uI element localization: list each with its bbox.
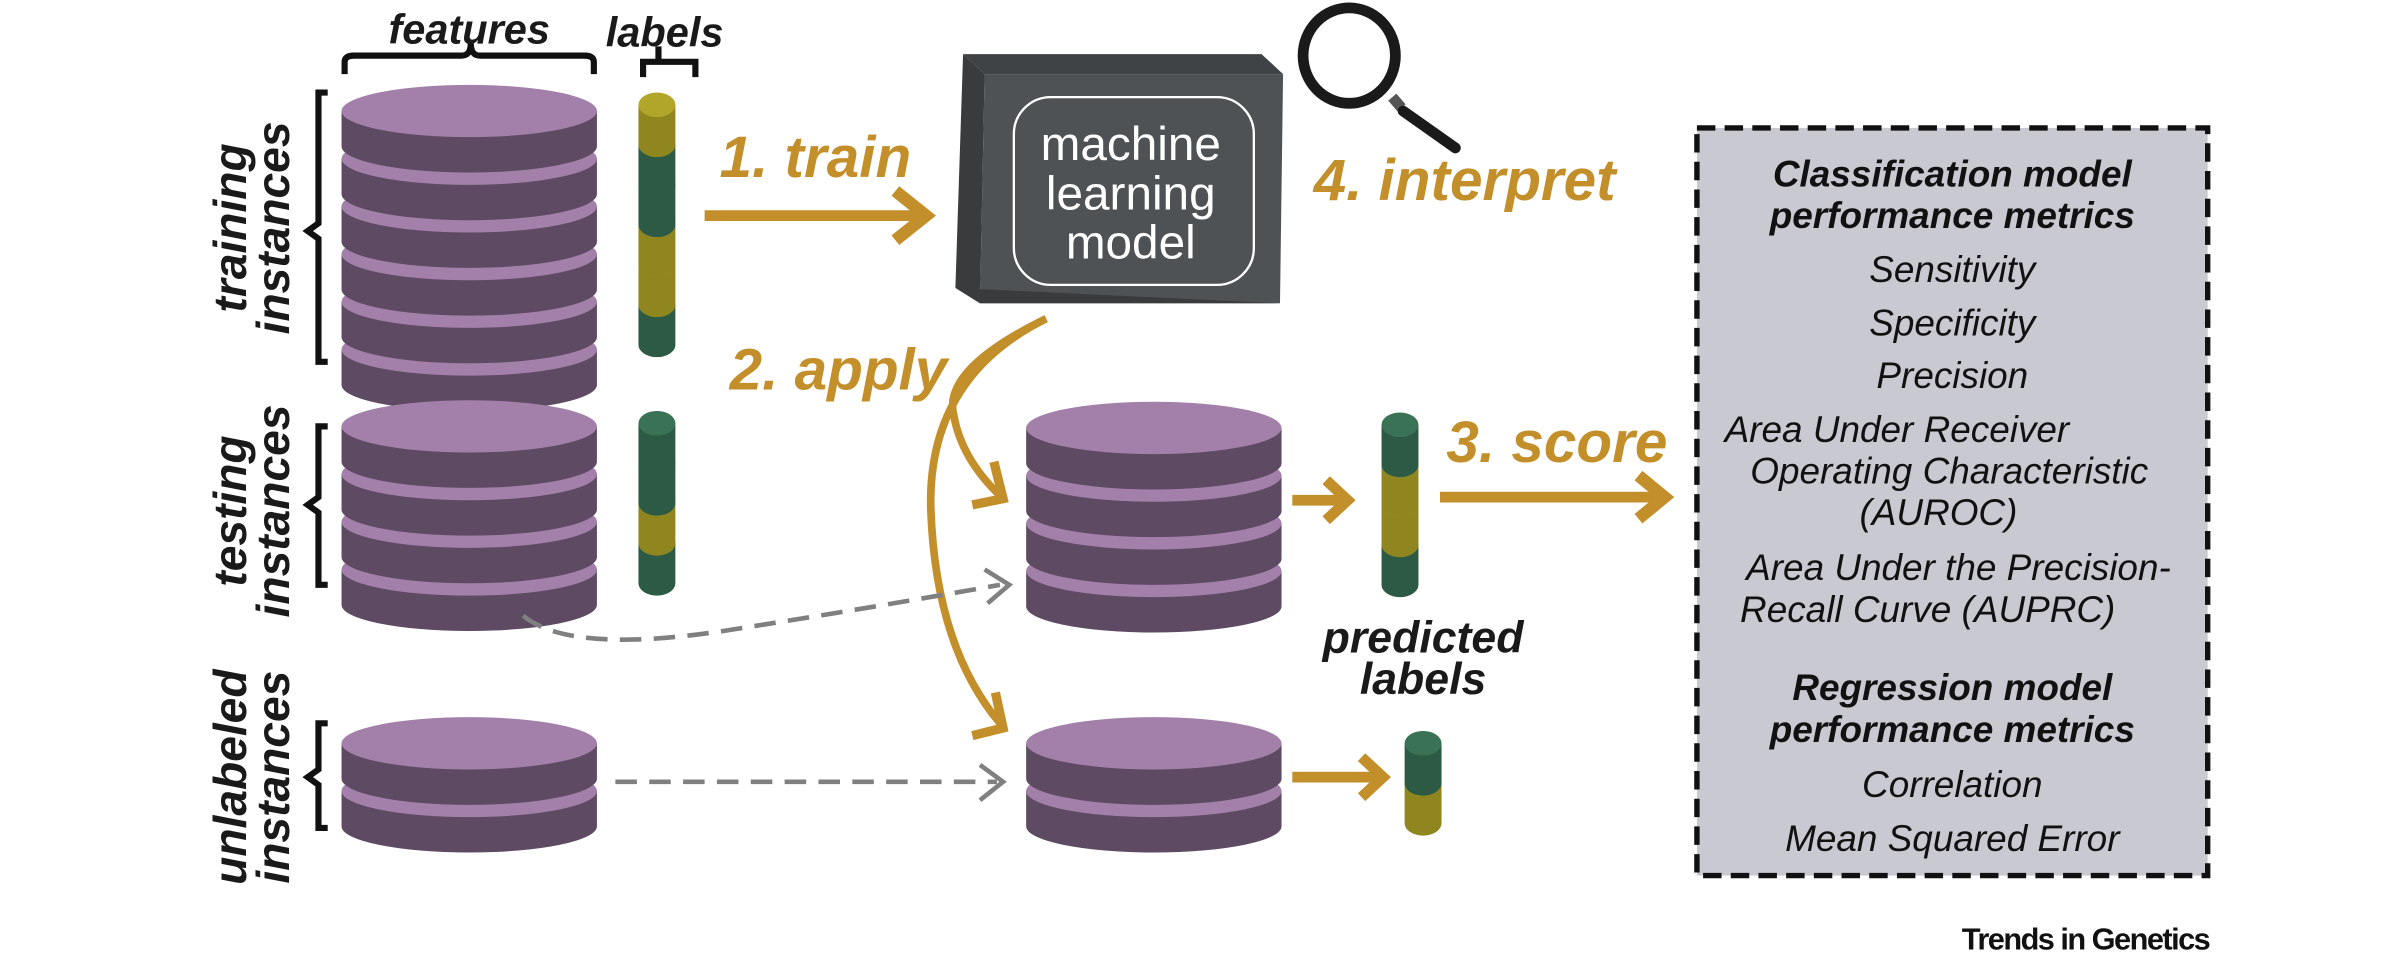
testing-labels-column xyxy=(638,411,676,596)
metric-precision: Precision xyxy=(1876,355,2028,396)
label-green xyxy=(1404,731,1442,756)
testing-brace xyxy=(302,423,328,588)
predict-arrow-testing xyxy=(1292,476,1356,525)
metric-auroc-line2: Operating Characteristic xyxy=(1750,450,2148,491)
testing-dataset-stack xyxy=(341,400,597,631)
ml-workflow-diagram: features labels training instances testi… xyxy=(204,2,2211,956)
classification-header-line2: performance metrics xyxy=(1769,195,2135,236)
label-green xyxy=(638,411,676,436)
predicted-testing-labels-column xyxy=(1381,412,1419,598)
disk-layer-top xyxy=(1026,717,1282,770)
step-train-label: 1. train xyxy=(720,125,912,190)
label-green xyxy=(1381,412,1419,438)
metric-mse: Mean Squared Error xyxy=(1785,818,2121,859)
unlabeled-dataset-stack xyxy=(341,717,597,853)
testing-instances-label: testing instances xyxy=(204,405,299,618)
metric-auroc-line1: Area Under Receiver xyxy=(1723,409,2071,450)
score-arrow xyxy=(1440,470,1675,524)
training-labels-column xyxy=(638,92,676,358)
machine-learning-model: machine learning model xyxy=(955,54,1284,304)
svg-text:instances: instances xyxy=(247,405,299,618)
step-score-label: 3. score xyxy=(1446,410,1667,475)
step-apply-label: 2. apply xyxy=(729,337,950,402)
training-brace xyxy=(302,89,328,365)
disk-layer-top xyxy=(341,84,597,138)
disk-layer-top xyxy=(341,400,597,453)
training-dataset-stack xyxy=(341,84,597,411)
model-text-line1: machine xyxy=(1041,118,1221,171)
training-instances-label: training instances xyxy=(204,121,299,334)
metric-auroc-line3: (AUROC) xyxy=(1860,492,2018,533)
metrics-box: Classification model performance metrics… xyxy=(1694,125,2211,879)
applied-unlabeled-stack xyxy=(1026,717,1282,853)
metric-auprc-line1: Area Under the Precision- xyxy=(1744,547,2171,588)
magnifying-glass-icon xyxy=(1297,2,1461,154)
journal-credit: Trends in Genetics xyxy=(1962,921,2210,956)
features-brace xyxy=(341,43,597,75)
applied-testing-stack xyxy=(1026,401,1282,633)
regression-header-line1: Regression model xyxy=(1792,667,2113,708)
disk-layer-top xyxy=(341,717,597,770)
metric-correlation: Correlation xyxy=(1862,764,2043,805)
metric-sensitivity: Sensitivity xyxy=(1869,249,2038,290)
disk-layer-top xyxy=(1026,401,1282,455)
predict-arrow-unlabeled xyxy=(1292,753,1391,802)
metric-specificity: Specificity xyxy=(1869,303,2038,344)
dashed-arrow-unlabeled xyxy=(615,762,1007,803)
predicted-labels-line2: labels xyxy=(1360,655,1486,704)
predicted-unlabeled-labels-column xyxy=(1404,731,1442,836)
unlabeled-brace xyxy=(302,720,328,831)
labels-header: labels xyxy=(606,8,724,55)
unlabeled-instances-label: unlabeled instances xyxy=(204,669,299,885)
svg-text:instances: instances xyxy=(247,671,299,884)
model-text-line2: learning xyxy=(1046,167,1216,220)
model-text-line3: model xyxy=(1066,217,1196,270)
step-interpret-label: 4. interpret xyxy=(1313,148,1619,213)
label-yellow xyxy=(638,92,676,118)
classification-header-line1: Classification model xyxy=(1773,153,2133,194)
train-arrow xyxy=(704,186,937,246)
regression-header-line2: performance metrics xyxy=(1769,709,2135,750)
metric-auprc-line2: Recall Curve (AUPRC) xyxy=(1740,589,2115,630)
svg-text:instances: instances xyxy=(247,121,299,334)
